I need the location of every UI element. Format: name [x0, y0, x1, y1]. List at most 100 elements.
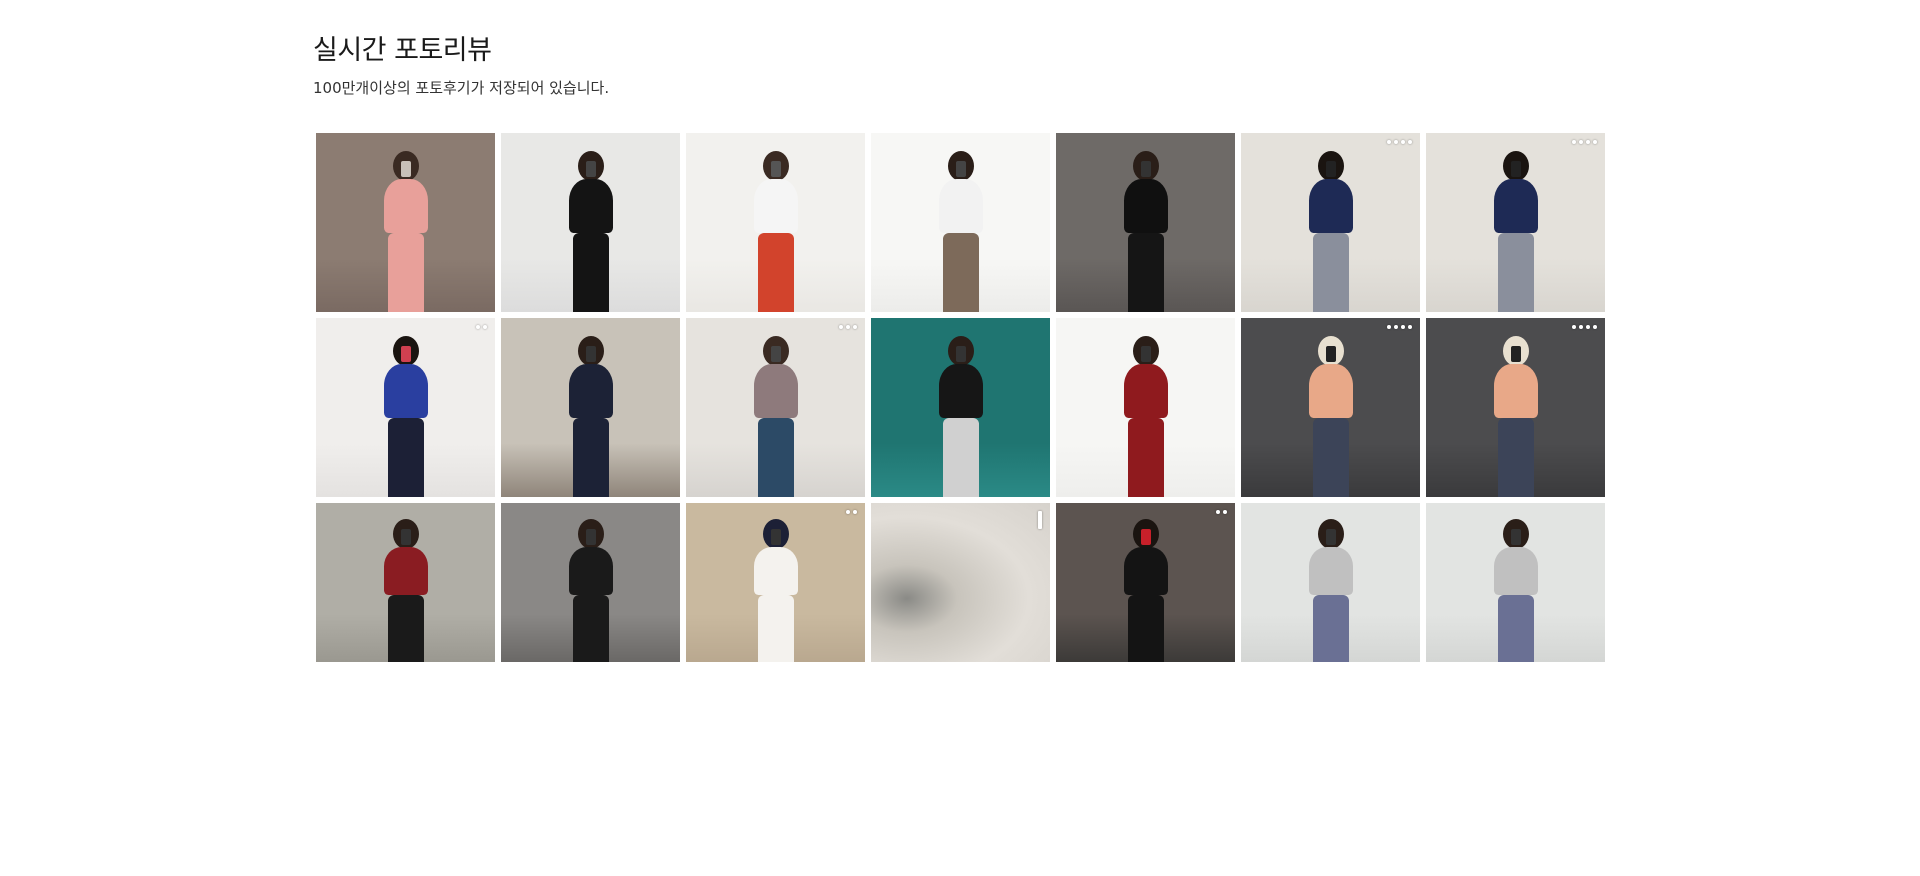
person-bottom: [1127, 233, 1164, 312]
person-figure: [926, 151, 996, 312]
phone-icon: [770, 161, 781, 177]
phone-icon: [1510, 529, 1521, 545]
person-top: [753, 547, 798, 595]
person-bottom: [942, 233, 979, 312]
photo-review-thumbnail[interactable]: [686, 133, 865, 312]
phone-icon: [1510, 346, 1521, 362]
phone-icon: [955, 346, 966, 362]
photo-review-thumbnail[interactable]: [1241, 133, 1420, 312]
person-top: [1308, 547, 1353, 595]
phone-icon: [585, 161, 596, 177]
person-bottom: [1127, 418, 1164, 497]
phone-icon: [955, 161, 966, 177]
person-top: [1308, 179, 1353, 233]
person-bottom: [1497, 233, 1534, 312]
section-subtitle: 100만개이상의 포토후기가 저장되어 있습니다.: [313, 79, 610, 97]
person-top: [1308, 364, 1353, 418]
phone-icon: [1140, 161, 1151, 177]
multi-photo-indicator-icon: [1387, 139, 1412, 145]
photo-review-thumbnail[interactable]: [316, 318, 495, 497]
photo-review-thumbnail[interactable]: [1056, 318, 1235, 497]
person-figure: [1481, 519, 1551, 662]
person-top: [753, 179, 798, 233]
person-figure: [1296, 336, 1366, 497]
person-figure: [741, 519, 811, 662]
multi-photo-indicator-icon: [839, 324, 857, 330]
photo-review-thumbnail[interactable]: [871, 133, 1050, 312]
photo-review-thumbnail[interactable]: [1241, 318, 1420, 497]
phone-icon: [770, 346, 781, 362]
person-figure: [741, 151, 811, 312]
person-figure: [556, 151, 626, 312]
person-top: [938, 179, 983, 233]
photo-review-thumbnail[interactable]: [1426, 503, 1605, 662]
photo-review-thumbnail[interactable]: [1426, 318, 1605, 497]
person-figure: [741, 336, 811, 497]
person-figure: [1111, 151, 1181, 312]
person-top: [383, 179, 428, 233]
person-bottom: [572, 595, 609, 662]
person-figure: [1111, 336, 1181, 497]
person-figure: [1481, 151, 1551, 312]
multi-photo-indicator-icon: [476, 324, 487, 330]
person-top: [1123, 364, 1168, 418]
review-photo: [871, 503, 1050, 662]
phone-icon: [585, 346, 596, 362]
photo-grid: [316, 133, 1605, 662]
phone-icon: [1140, 529, 1151, 545]
phone-icon: [400, 529, 411, 545]
person-top: [568, 364, 613, 418]
person-figure: [556, 336, 626, 497]
person-top: [568, 547, 613, 595]
photo-review-thumbnail[interactable]: [501, 318, 680, 497]
person-top: [1493, 547, 1538, 595]
person-figure: [926, 336, 996, 497]
photo-review-thumbnail[interactable]: [1056, 503, 1235, 662]
multi-photo-indicator-icon: [1572, 139, 1597, 145]
photo-review-thumbnail[interactable]: [686, 503, 865, 662]
photo-review-thumbnail[interactable]: [871, 503, 1050, 662]
person-figure: [371, 336, 441, 497]
person-bottom: [387, 233, 424, 312]
person-bottom: [942, 418, 979, 497]
photo-review-thumbnail[interactable]: [686, 318, 865, 497]
person-top: [383, 364, 428, 418]
phone-icon: [400, 346, 411, 362]
multi-photo-indicator-icon: [846, 509, 857, 515]
phone-icon: [1325, 346, 1336, 362]
person-bottom: [757, 418, 794, 497]
photo-review-thumbnail[interactable]: [316, 133, 495, 312]
photo-review-thumbnail[interactable]: [1241, 503, 1420, 662]
phone-icon: [1325, 161, 1336, 177]
phone-icon: [1510, 161, 1521, 177]
person-top: [383, 547, 428, 595]
photo-review-thumbnail[interactable]: [501, 133, 680, 312]
phone-icon: [585, 529, 596, 545]
photo-review-thumbnail[interactable]: [1426, 133, 1605, 312]
person-figure: [371, 151, 441, 312]
photo-review-thumbnail[interactable]: [871, 318, 1050, 497]
photo-review-thumbnail[interactable]: [501, 503, 680, 662]
person-top: [568, 179, 613, 233]
person-bottom: [387, 595, 424, 662]
person-bottom: [1312, 233, 1349, 312]
phone-icon: [1140, 346, 1151, 362]
person-figure: [556, 519, 626, 662]
photo-review-thumbnail[interactable]: [1056, 133, 1235, 312]
person-top: [753, 364, 798, 418]
person-bottom: [1312, 418, 1349, 497]
person-bottom: [572, 418, 609, 497]
person-bottom: [1497, 595, 1534, 662]
person-top: [938, 364, 983, 418]
person-bottom: [572, 233, 609, 312]
person-bottom: [387, 418, 424, 497]
person-figure: [371, 519, 441, 662]
section-title: 실시간 포토리뷰: [313, 35, 492, 66]
photo-review-thumbnail[interactable]: [316, 503, 495, 662]
phone-icon: [770, 529, 781, 545]
phone-icon: [1325, 529, 1336, 545]
person-figure: [1111, 519, 1181, 662]
multi-photo-indicator-icon: [1216, 509, 1227, 515]
person-bottom: [1312, 595, 1349, 662]
person-figure: [1481, 336, 1551, 497]
